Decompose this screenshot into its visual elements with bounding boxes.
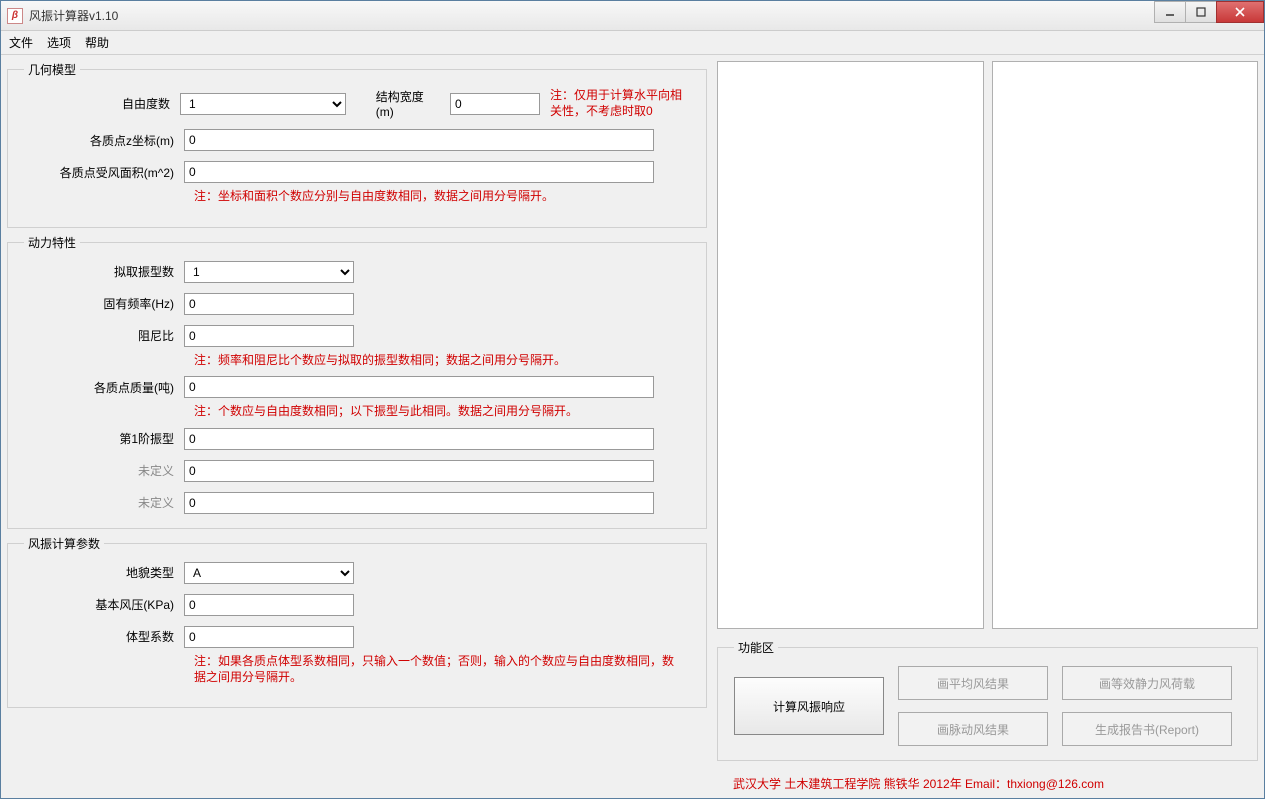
close-button[interactable] xyxy=(1216,1,1264,23)
btn-calc[interactable]: 计算风振响应 xyxy=(734,677,884,735)
input-z[interactable] xyxy=(184,129,654,151)
label-pressure: 基本风压(KPa) xyxy=(24,596,184,613)
input-shape[interactable] xyxy=(184,626,354,648)
btn-report[interactable]: 生成报告书(Report) xyxy=(1062,712,1232,746)
legend-func: 功能区 xyxy=(734,639,778,656)
group-dynamic: 动力特性 拟取振型数 1 固有频率(Hz) 阻尼比 注：频率和阻尼比个数应与拟取… xyxy=(7,234,707,529)
label-undef1: 未定义 xyxy=(24,462,184,479)
menu-help[interactable]: 帮助 xyxy=(85,34,109,51)
label-undef2: 未定义 xyxy=(24,494,184,511)
input-freq[interactable] xyxy=(184,293,354,315)
input-mode1[interactable] xyxy=(184,428,654,450)
group-geometry: 几何模型 自由度数 1 结构宽度(m) 注：仅用于计算水平向相关性，不考虑时取0… xyxy=(7,61,707,228)
note-width: 注：仅用于计算水平向相关性，不考虑时取0 xyxy=(550,88,690,119)
titlebar: β 风振计算器v1.10 xyxy=(1,1,1264,31)
group-func: 功能区 计算风振响应 画平均风结果 画等效静力风荷载 画脉动风结果 生成报告书(… xyxy=(717,639,1258,761)
input-pressure[interactable] xyxy=(184,594,354,616)
input-undef1[interactable] xyxy=(184,460,654,482)
note-params: 注：如果各质点体型系数相同，只输入一个数值；否则，输入的个数应与自由度数相同，数… xyxy=(194,654,674,685)
note-dynamic-1: 注：频率和阻尼比个数应与拟取的振型数相同；数据之间用分号隔开。 xyxy=(194,353,690,369)
app-icon: β xyxy=(7,8,23,24)
maximize-button[interactable] xyxy=(1185,1,1217,23)
label-damp: 阻尼比 xyxy=(24,327,184,344)
menu-file[interactable]: 文件 xyxy=(9,34,33,51)
select-modes[interactable]: 1 xyxy=(184,261,354,283)
label-terrain: 地貌类型 xyxy=(24,564,184,581)
label-shape: 体型系数 xyxy=(24,628,184,645)
note-geometry: 注：坐标和面积个数应分别与自由度数相同，数据之间用分号隔开。 xyxy=(194,189,690,205)
output-panel-left xyxy=(717,61,984,629)
btn-draw-fluc[interactable]: 画脉动风结果 xyxy=(898,712,1048,746)
btn-draw-equiv[interactable]: 画等效静力风荷载 xyxy=(1062,666,1232,700)
label-mass: 各质点质量(吨) xyxy=(24,379,184,396)
legend-dynamic: 动力特性 xyxy=(24,234,80,251)
output-panel-right xyxy=(992,61,1259,629)
label-z: 各质点z坐标(m) xyxy=(24,132,184,149)
input-width[interactable] xyxy=(450,93,540,115)
select-terrain[interactable]: A xyxy=(184,562,354,584)
legend-params: 风振计算参数 xyxy=(24,535,104,552)
minimize-button[interactable] xyxy=(1154,1,1186,23)
label-freq: 固有频率(Hz) xyxy=(24,295,184,312)
label-area: 各质点受风面积(m^2) xyxy=(24,164,184,181)
input-mass[interactable] xyxy=(184,376,654,398)
input-damp[interactable] xyxy=(184,325,354,347)
btn-draw-mean[interactable]: 画平均风结果 xyxy=(898,666,1048,700)
menubar: 文件 选项 帮助 xyxy=(1,31,1264,55)
footer-credit: 武汉大学 土木建筑工程学院 熊铁华 2012年 Email：thxiong@12… xyxy=(717,775,1258,792)
window-title: 风振计算器v1.10 xyxy=(29,7,1155,24)
input-undef2[interactable] xyxy=(184,492,654,514)
note-dynamic-2: 注：个数应与自由度数相同；以下振型与此相同。数据之间用分号隔开。 xyxy=(194,404,690,420)
menu-options[interactable]: 选项 xyxy=(47,34,71,51)
input-area[interactable] xyxy=(184,161,654,183)
label-modes: 拟取振型数 xyxy=(24,263,184,280)
label-dof: 自由度数 xyxy=(24,95,180,112)
group-params: 风振计算参数 地貌类型 A 基本风压(KPa) 体型系数 注：如果各质点体型系数… xyxy=(7,535,707,708)
legend-geometry: 几何模型 xyxy=(24,61,80,78)
select-dof[interactable]: 1 xyxy=(180,93,346,115)
label-width: 结构宽度(m) xyxy=(376,88,440,119)
label-mode1: 第1阶振型 xyxy=(24,430,184,447)
